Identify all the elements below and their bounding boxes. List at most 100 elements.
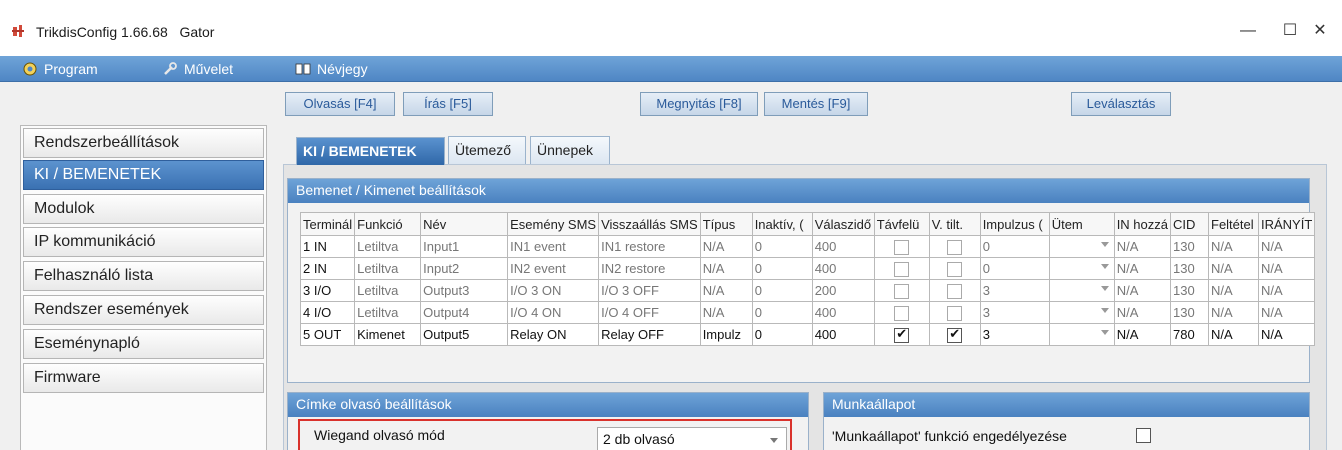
col-header-response[interactable]: Válaszidő — [811, 212, 875, 236]
name-cell[interactable]: Input1 — [420, 235, 509, 258]
function-cell[interactable]: Letiltva — [354, 301, 422, 324]
function-cell[interactable]: Letiltva — [354, 279, 422, 302]
type-cell[interactable]: N/A — [699, 301, 753, 324]
wiegand-mode-select[interactable]: 2 db olvasó — [597, 427, 787, 450]
table-row[interactable]: 1 IN Letiltva Input1 IN1 event IN1 restore N/… — [299, 235, 1316, 258]
col-header-block[interactable]: V. tilt. — [928, 212, 981, 236]
in-assign-cell[interactable]: N/A — [1113, 301, 1172, 324]
terminal-cell[interactable]: 2 IN — [299, 257, 356, 280]
schedule-dropdown[interactable] — [1052, 325, 1112, 345]
block-checkbox[interactable] — [947, 239, 963, 255]
condition-cell[interactable]: N/A — [1208, 257, 1259, 280]
terminal-cell[interactable]: 1 IN — [299, 235, 356, 258]
col-header-schedule[interactable]: Ütem — [1048, 212, 1115, 236]
close-button[interactable]: ✕ — [1300, 18, 1340, 44]
condition-cell[interactable]: N/A — [1208, 323, 1259, 346]
pulse-cell[interactable]: 3 — [979, 323, 1050, 346]
restore-sms-cell[interactable]: IN2 restore — [598, 257, 701, 280]
menu-action[interactable]: Művelet — [162, 60, 233, 78]
event-sms-cell[interactable]: Relay ON — [507, 323, 600, 346]
response-cell[interactable]: 400 — [811, 257, 875, 280]
menu-about[interactable]: Névjegy — [295, 60, 368, 78]
nav-item-ip-communication[interactable]: IP kommunikáció — [23, 227, 264, 257]
save-button[interactable]: Mentés [F9] — [764, 92, 868, 116]
cid-cell[interactable]: 130 — [1170, 235, 1209, 258]
control-cell[interactable]: N/A — [1257, 279, 1316, 302]
nav-item-io[interactable]: KI / BEMENETEK — [23, 160, 264, 190]
schedule-cell[interactable] — [1048, 257, 1115, 280]
in-assign-cell[interactable]: N/A — [1113, 257, 1172, 280]
write-button[interactable]: Írás [F5] — [403, 92, 493, 116]
remote-control-checkbox[interactable] — [894, 283, 910, 299]
table-row[interactable]: 3 I/O Letiltva Output3 I/O 3 ON I/O 3 OFF N/A… — [299, 279, 1316, 302]
control-cell[interactable]: N/A — [1257, 257, 1316, 280]
restore-sms-cell[interactable]: I/O 4 OFF — [598, 301, 701, 324]
name-cell[interactable]: Output3 — [420, 279, 509, 302]
restore-sms-cell[interactable]: I/O 3 OFF — [598, 279, 701, 302]
schedule-cell[interactable] — [1048, 235, 1115, 258]
open-button[interactable]: Megnyitás [F8] — [640, 92, 758, 116]
block-checkbox[interactable] — [947, 261, 963, 277]
event-sms-cell[interactable]: I/O 4 ON — [507, 301, 600, 324]
response-cell[interactable]: 400 — [811, 235, 875, 258]
work-state-enable-checkbox[interactable] — [1136, 428, 1151, 443]
col-header-remote[interactable]: Távfelü — [873, 212, 930, 236]
type-cell[interactable]: N/A — [699, 235, 753, 258]
schedule-dropdown[interactable] — [1052, 303, 1112, 323]
block-checkbox[interactable] — [947, 305, 963, 321]
col-header-function[interactable]: Funkció — [354, 212, 422, 236]
in-assign-cell[interactable]: N/A — [1113, 279, 1172, 302]
menu-program[interactable]: Program — [22, 60, 98, 78]
function-cell[interactable]: Letiltva — [354, 257, 422, 280]
nav-item-user-list[interactable]: Felhasználó lista — [23, 261, 264, 291]
control-cell[interactable]: N/A — [1257, 235, 1316, 258]
control-cell[interactable]: N/A — [1257, 323, 1316, 346]
event-sms-cell[interactable]: IN2 event — [507, 257, 600, 280]
inactive-cell[interactable]: 0 — [751, 235, 813, 258]
response-cell[interactable]: 400 — [811, 301, 875, 324]
condition-cell[interactable]: N/A — [1208, 301, 1259, 324]
restore-sms-cell[interactable]: IN1 restore — [598, 235, 701, 258]
pulse-cell[interactable]: 3 — [979, 279, 1050, 302]
col-header-terminal[interactable]: Terminál — [299, 212, 356, 236]
col-header-condition[interactable]: Feltétel — [1208, 212, 1259, 236]
type-cell[interactable]: Impulz — [699, 323, 753, 346]
remote-control-checkbox[interactable] — [894, 261, 910, 277]
response-cell[interactable]: 200 — [811, 279, 875, 302]
name-cell[interactable]: Output4 — [420, 301, 509, 324]
col-header-pulse[interactable]: Impulzus ( — [979, 212, 1050, 236]
minimize-button[interactable]: — — [1228, 18, 1268, 44]
cid-cell[interactable]: 130 — [1170, 301, 1209, 324]
remote-control-checkbox[interactable] — [894, 239, 910, 255]
tab-io[interactable]: KI / BEMENETEK — [296, 137, 445, 165]
inactive-cell[interactable]: 0 — [751, 323, 813, 346]
inactive-cell[interactable]: 0 — [751, 279, 813, 302]
condition-cell[interactable]: N/A — [1208, 235, 1259, 258]
read-button[interactable]: Olvasás [F4] — [285, 92, 395, 116]
terminal-cell[interactable]: 5 OUT — [299, 323, 356, 346]
disconnect-button[interactable]: Leválasztás — [1071, 92, 1171, 116]
col-header-event-sms[interactable]: Esemény SMS — [507, 212, 600, 236]
event-sms-cell[interactable]: I/O 3 ON — [507, 279, 600, 302]
in-assign-cell[interactable]: N/A — [1113, 323, 1172, 346]
block-checkbox[interactable] — [947, 283, 963, 299]
tab-holidays[interactable]: Ünnepek — [530, 136, 610, 164]
nav-item-system-events[interactable]: Rendszer események — [23, 295, 264, 325]
col-header-in-assign[interactable]: IN hozzá — [1113, 212, 1172, 236]
restore-sms-cell[interactable]: Relay OFF — [598, 323, 701, 346]
type-cell[interactable]: N/A — [699, 279, 753, 302]
inactive-cell[interactable]: 0 — [751, 301, 813, 324]
table-row[interactable]: 5 OUT Kimenet Output5 Relay ON Relay OFF Impu… — [299, 323, 1316, 346]
col-header-type[interactable]: Típus — [699, 212, 753, 236]
block-checkbox[interactable] — [947, 326, 963, 343]
remote-control-checkbox[interactable] — [894, 326, 910, 343]
tab-scheduler[interactable]: Ütemező — [448, 136, 526, 164]
pulse-cell[interactable]: 3 — [979, 301, 1050, 324]
schedule-dropdown[interactable] — [1052, 237, 1112, 257]
col-header-cid[interactable]: CID — [1170, 212, 1209, 236]
col-header-control[interactable]: IRÁNYÍT — [1257, 212, 1316, 236]
control-cell[interactable]: N/A — [1257, 301, 1316, 324]
col-header-inactive[interactable]: Inaktív, ( — [751, 212, 813, 236]
name-cell[interactable]: Input2 — [420, 257, 509, 280]
event-sms-cell[interactable]: IN1 event — [507, 235, 600, 258]
